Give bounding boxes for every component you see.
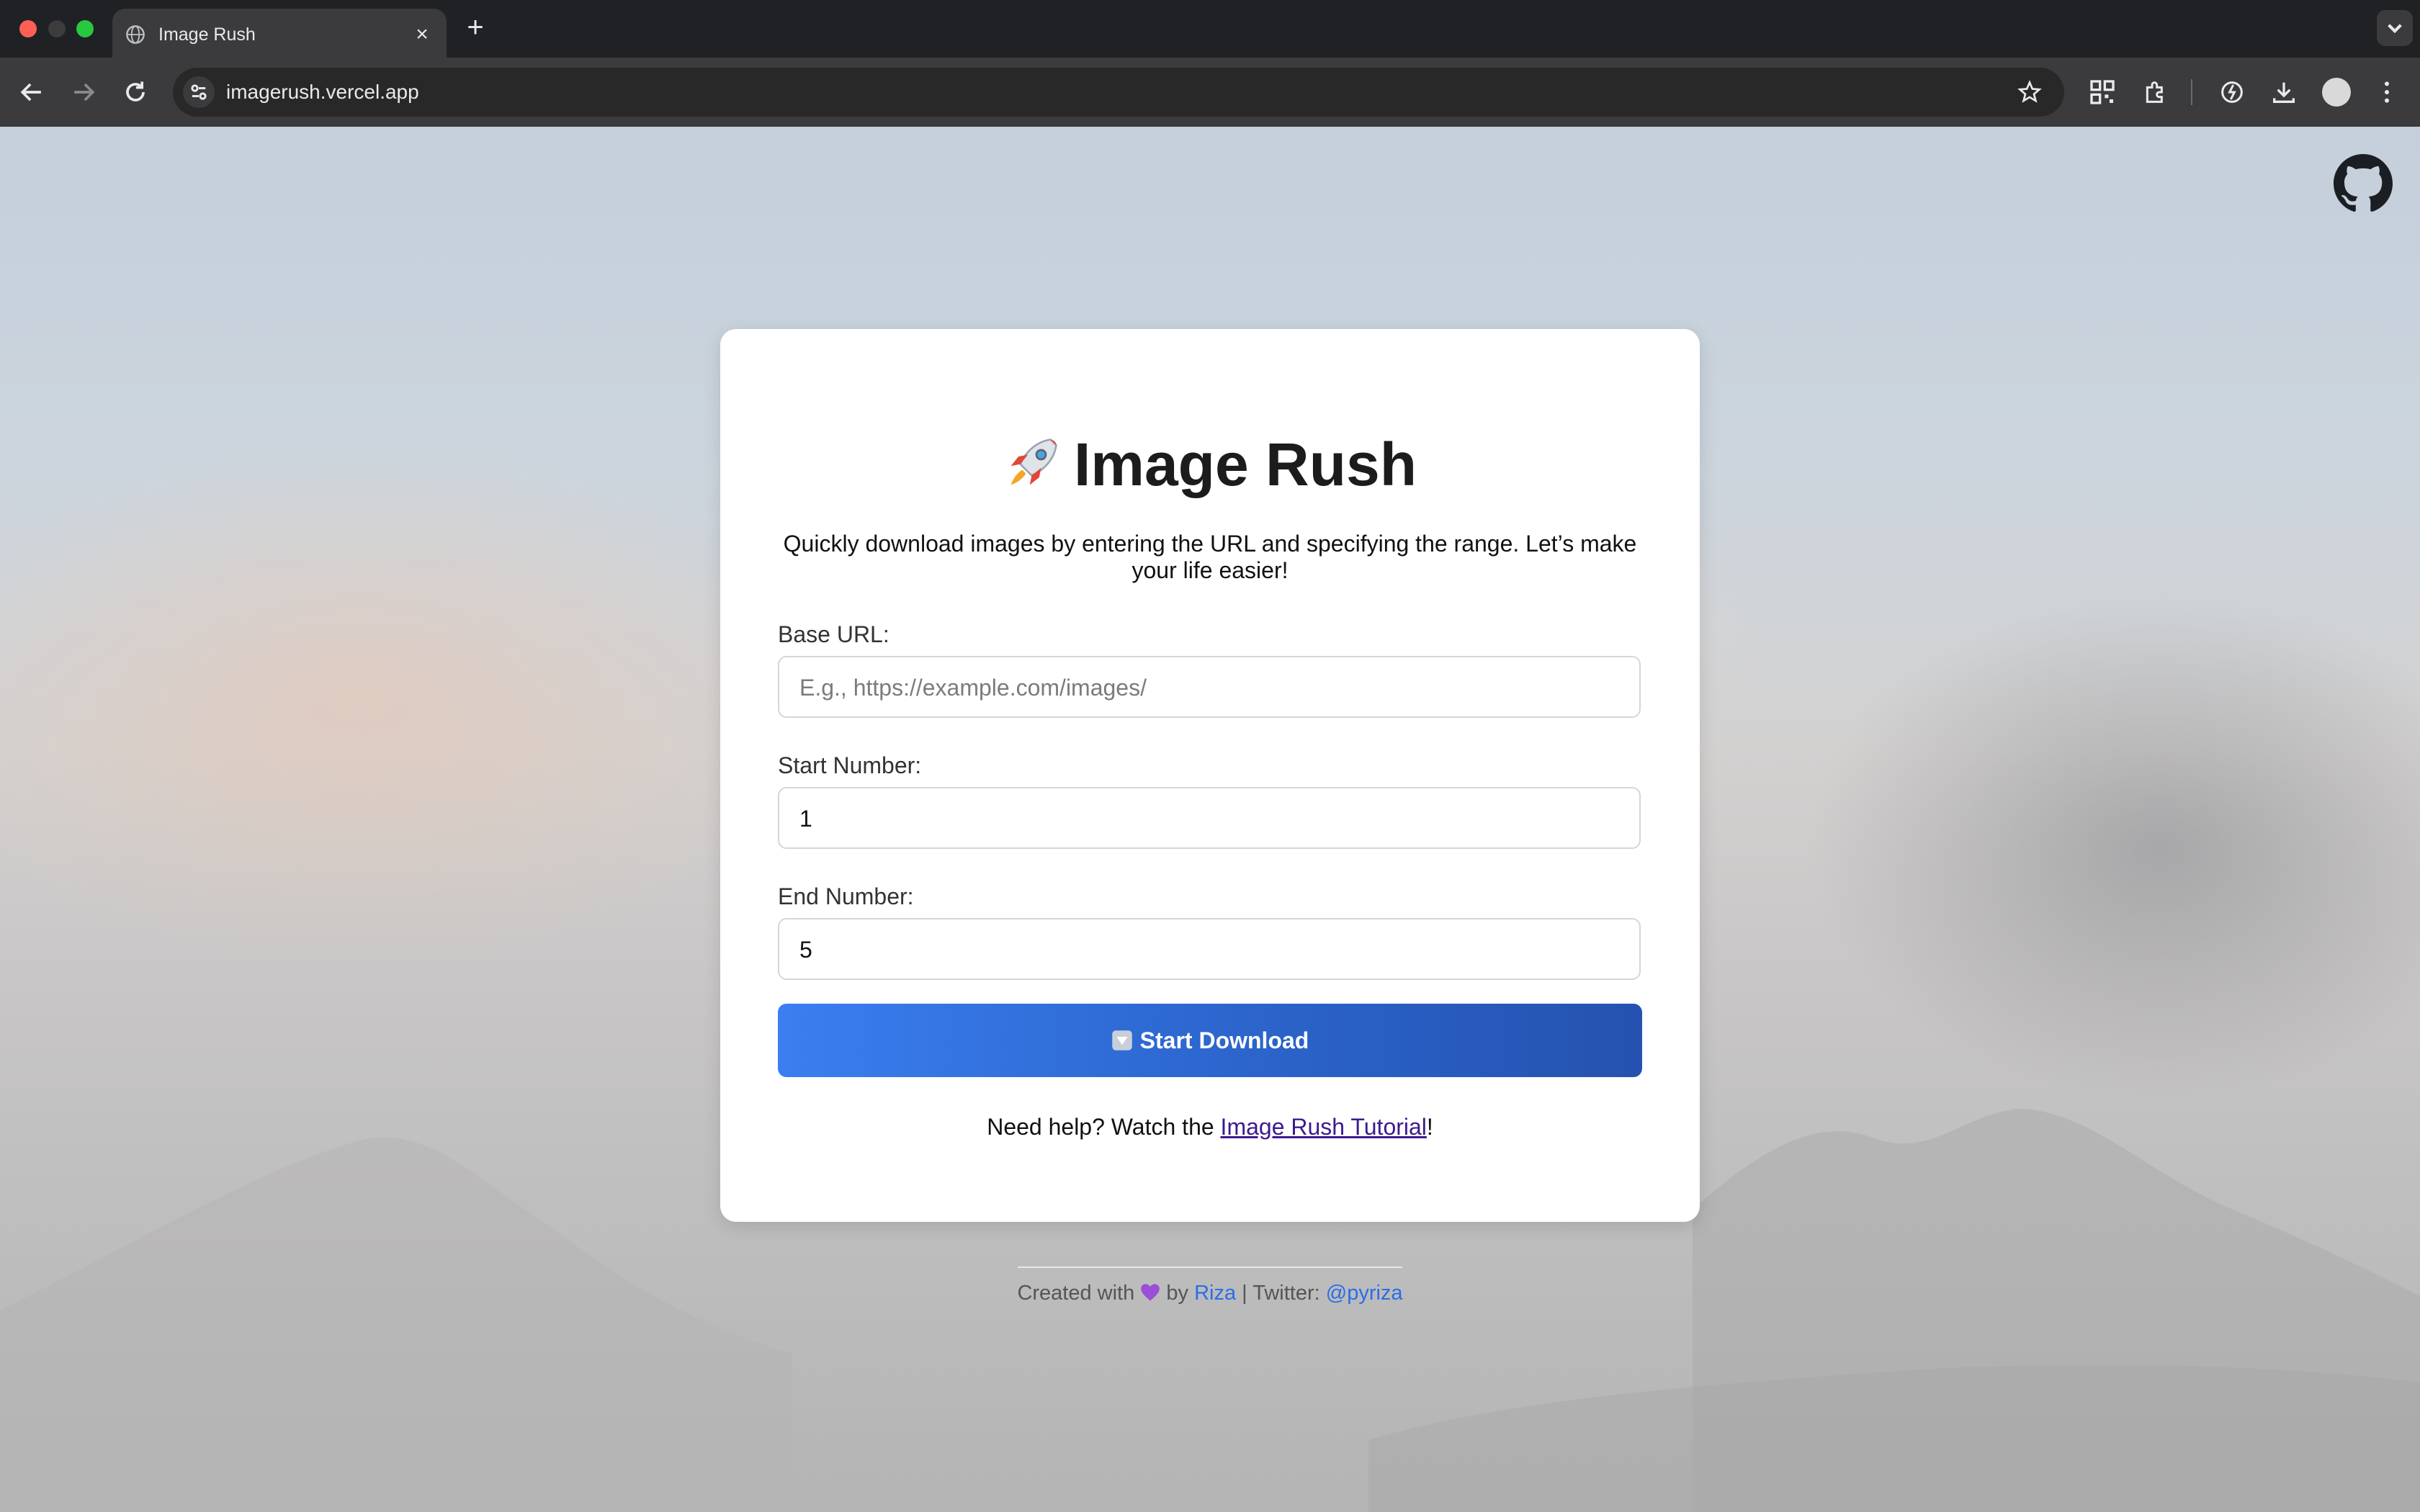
base-url-input[interactable]	[798, 657, 1622, 718]
new-tab-button[interactable]: +	[461, 13, 490, 42]
footer-by: by	[1166, 1282, 1189, 1305]
start-number-label: Start Number:	[778, 752, 922, 778]
forward-arrow-icon[interactable]	[68, 76, 99, 108]
close-window-button[interactable]	[19, 20, 37, 37]
author-link[interactable]: Riza	[1194, 1282, 1236, 1305]
browser-toolbar: imagerush.vercel.app	[0, 58, 2420, 127]
active-tab[interactable]: Image Rush ×	[112, 9, 447, 58]
github-icon[interactable]	[2334, 154, 2393, 213]
bookmark-star-icon[interactable]	[2017, 79, 2043, 105]
footer-twitter-prefix: | Twitter:	[1242, 1282, 1320, 1305]
profile-avatar[interactable]	[2322, 78, 2351, 107]
start-number-field[interactable]	[778, 787, 1641, 849]
kebab-menu-icon[interactable]	[2372, 78, 2401, 107]
maximize-window-button[interactable]	[76, 20, 94, 37]
help-prefix: Need help? Watch the	[987, 1114, 1221, 1140]
end-number-input[interactable]	[798, 919, 1622, 980]
site-info-icon[interactable]	[183, 76, 215, 108]
base-url-field[interactable]	[778, 656, 1641, 718]
globe-icon	[126, 25, 145, 44]
rocket-icon	[1010, 438, 1057, 485]
footer: Created with by Riza | Twitter: @pyriza	[0, 1282, 2420, 1305]
main-card: Image Rush Quickly download images by en…	[720, 329, 1700, 1222]
tab-search-button[interactable]	[2377, 10, 2413, 46]
page-title: Image Rush	[720, 430, 1700, 500]
tutorial-link[interactable]: Image Rush Tutorial	[1221, 1114, 1427, 1140]
end-number-label: End Number:	[778, 883, 914, 909]
url-text[interactable]: imagerush.vercel.app	[226, 81, 419, 104]
toolbar-separator	[2191, 79, 2192, 105]
close-tab-icon[interactable]: ×	[409, 22, 435, 48]
heart-icon	[1141, 1284, 1160, 1301]
download-icon[interactable]	[2269, 78, 2298, 107]
footer-created: Created with	[1017, 1282, 1135, 1305]
page-background: Image Rush Quickly download images by en…	[0, 127, 2420, 1512]
tab-strip: Image Rush × +	[0, 0, 2420, 58]
end-number-field[interactable]	[778, 918, 1641, 980]
help-suffix: !	[1426, 1114, 1433, 1140]
footer-divider	[1018, 1266, 1402, 1268]
down-arrow-icon	[1111, 1030, 1132, 1050]
performance-icon[interactable]	[2218, 78, 2246, 107]
reload-icon[interactable]	[120, 76, 151, 108]
tab-title: Image Rush	[158, 24, 256, 45]
minimize-window-button[interactable]	[48, 20, 66, 37]
extensions-puzzle-icon[interactable]	[2141, 78, 2170, 107]
base-url-label: Base URL:	[778, 621, 889, 647]
start-download-button[interactable]: Start Download	[778, 1004, 1642, 1077]
app-description: Quickly download images by entering the …	[783, 531, 1637, 583]
start-number-input[interactable]	[798, 788, 1622, 849]
start-download-label: Start Download	[1139, 1027, 1309, 1053]
twitter-link[interactable]: @pyriza	[1326, 1282, 1403, 1305]
help-text: Need help? Watch the Image Rush Tutorial…	[720, 1114, 1700, 1140]
app-title: Image Rush	[1073, 431, 1417, 498]
back-arrow-icon[interactable]	[16, 76, 48, 108]
chevron-down-icon	[2388, 24, 2402, 34]
qr-code-icon[interactable]	[2088, 78, 2117, 107]
address-bar[interactable]: imagerush.vercel.app	[173, 68, 2064, 117]
